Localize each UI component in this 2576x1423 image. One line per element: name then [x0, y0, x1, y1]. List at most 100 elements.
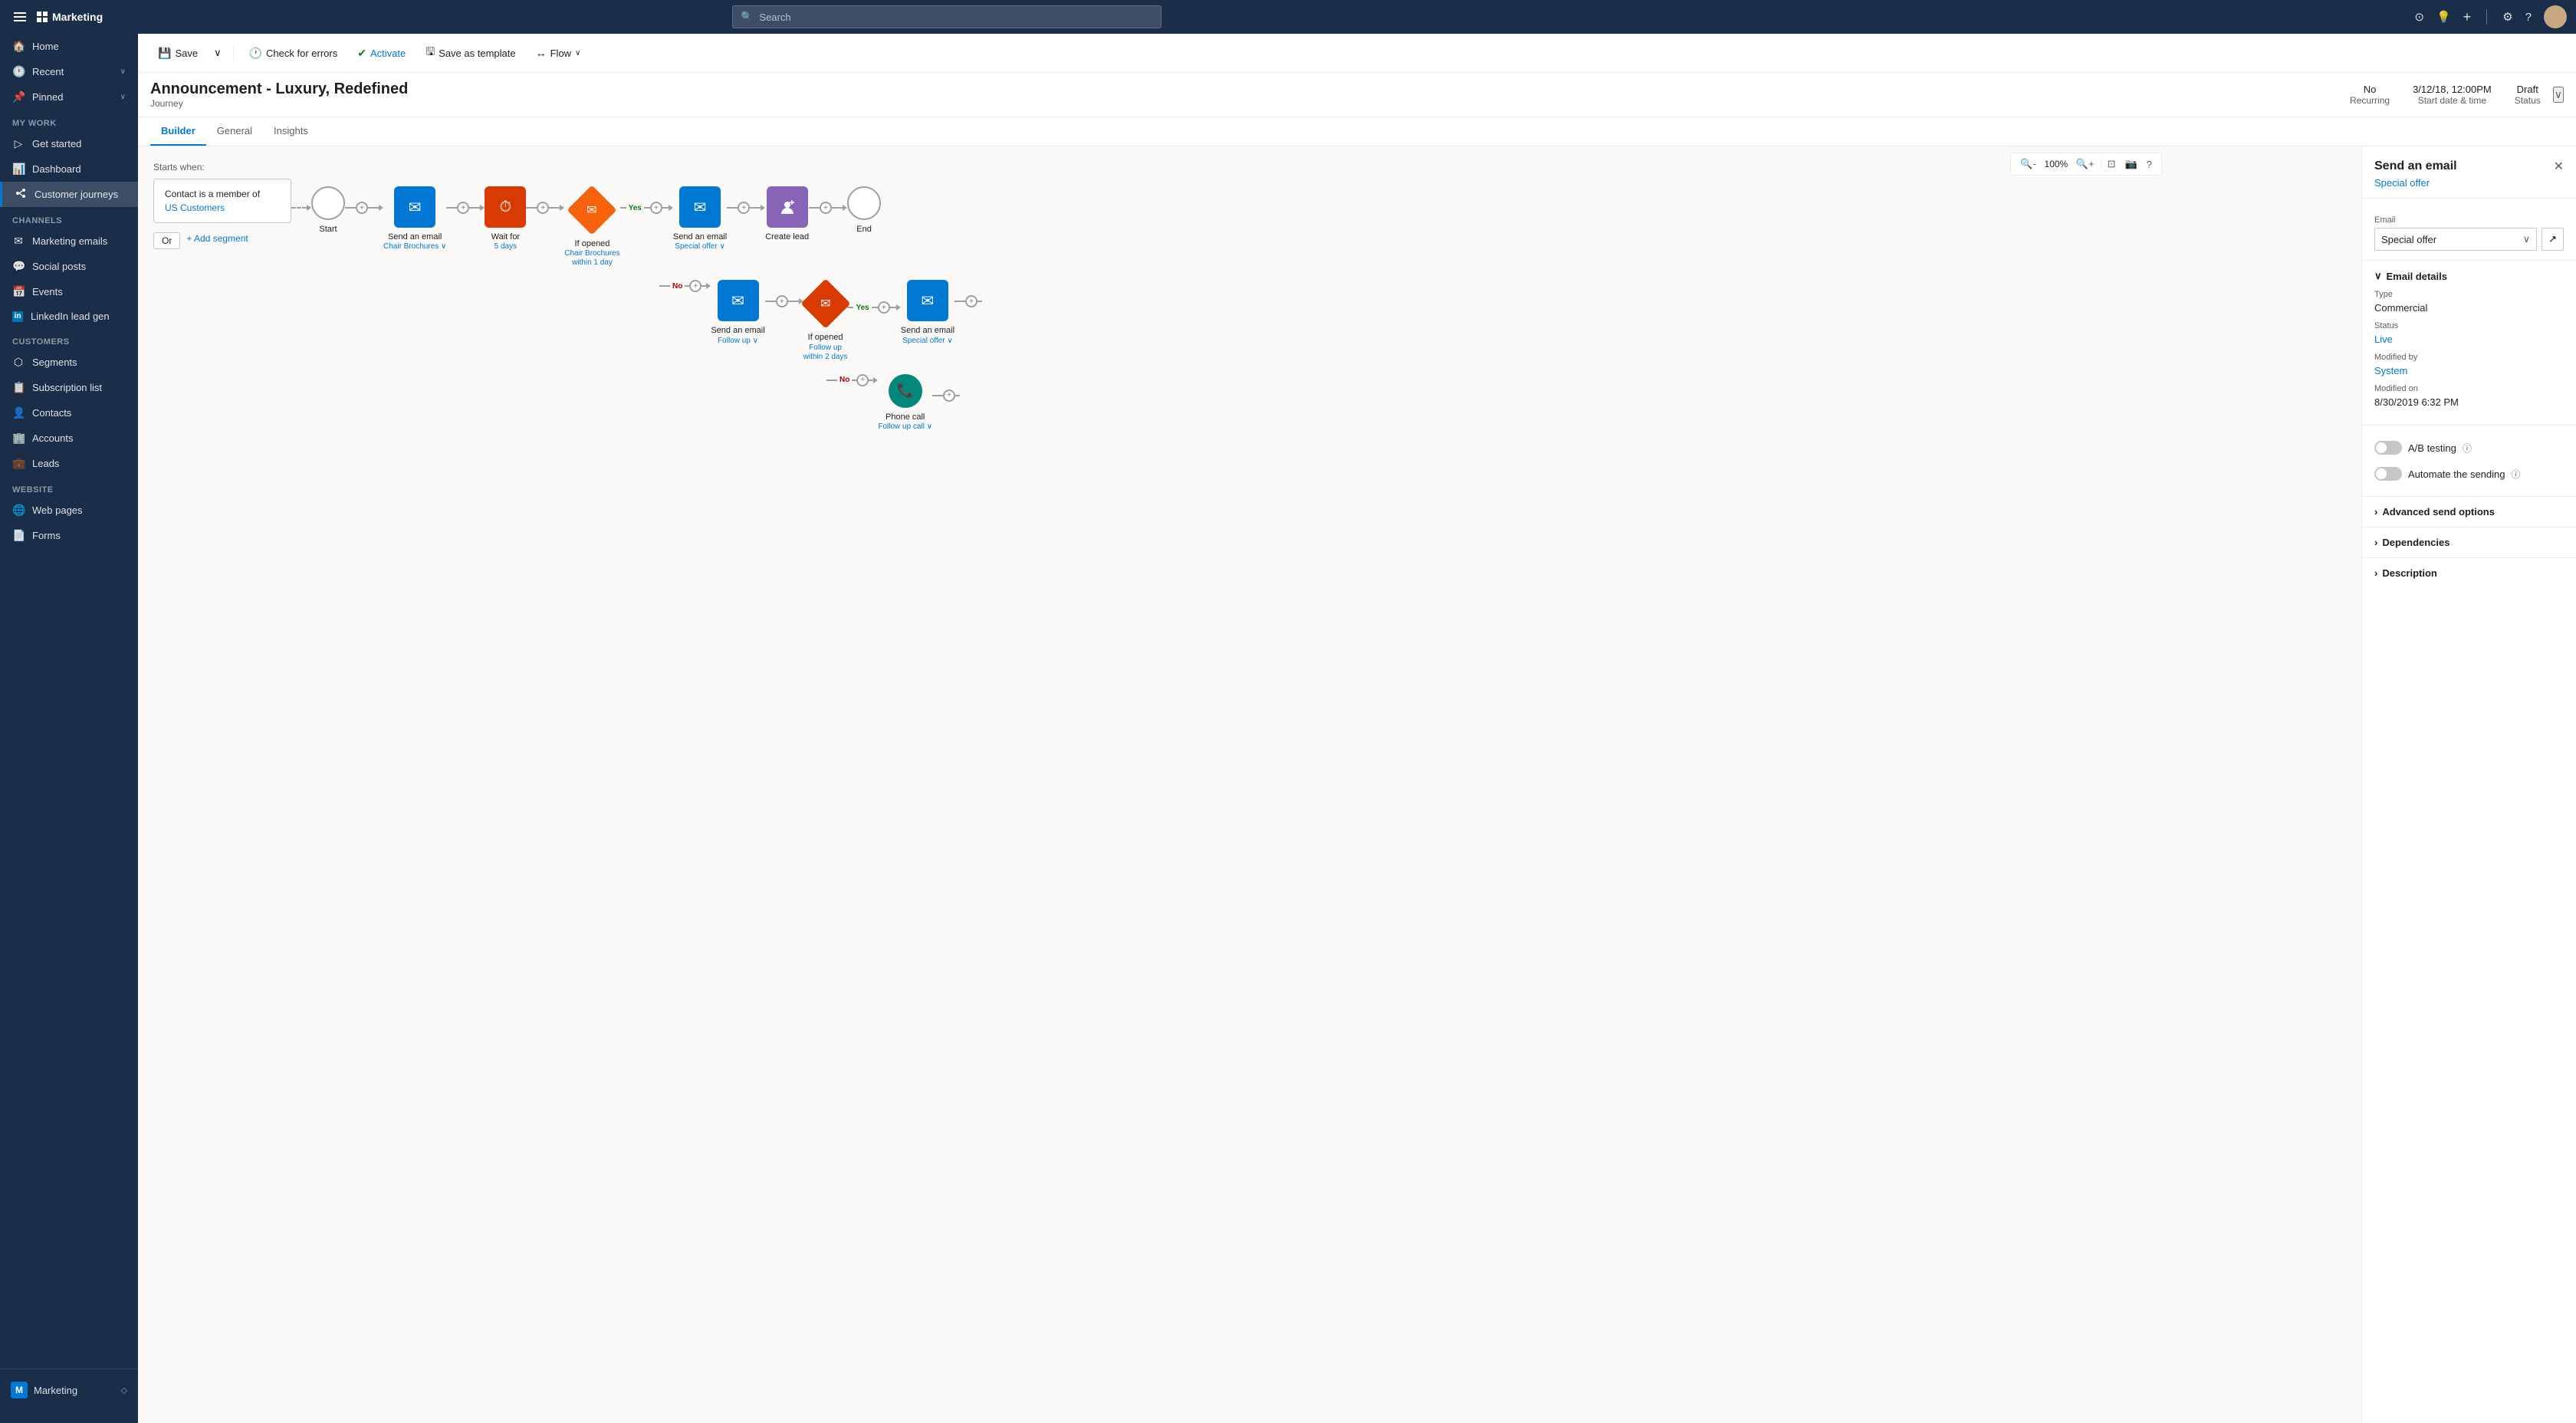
- lead-square[interactable]: [767, 186, 808, 228]
- save-template-button[interactable]: 🖫 Save as template: [418, 40, 523, 66]
- title-area: Announcement - Luxury, Redefined Journey: [150, 81, 2350, 109]
- segment-box[interactable]: Contact is a member of US Customers: [153, 179, 291, 223]
- or-button[interactable]: Or: [153, 232, 180, 249]
- add-node-no-1[interactable]: +: [689, 280, 702, 292]
- flow-button[interactable]: ↔ Flow ∨: [528, 43, 589, 63]
- help-icon[interactable]: ?: [2525, 11, 2532, 24]
- add-node-button-4[interactable]: +: [738, 202, 750, 214]
- canvas-area[interactable]: 🔍- 100% 🔍+ ⊡ 📷 ? Starts when:: [138, 146, 2361, 1423]
- save-icon: 💾: [158, 47, 171, 60]
- if-opened-node-2[interactable]: ✉ If opened Follow upwithin 2 days: [803, 286, 848, 361]
- panel-close-button[interactable]: ✕: [2554, 159, 2564, 174]
- add-node-button-3[interactable]: +: [537, 202, 549, 214]
- activate-button[interactable]: ✔ Activate: [350, 43, 413, 64]
- sidebar-item-recent[interactable]: 🕐 Recent ∨: [0, 59, 138, 84]
- sidebar-item-linkedin[interactable]: in LinkedIn lead gen: [0, 304, 138, 328]
- sidebar-item-web-pages[interactable]: 🌐 Web pages: [0, 498, 138, 523]
- search-bar[interactable]: 🔍: [732, 5, 1162, 28]
- tab-insights[interactable]: Insights: [263, 117, 319, 146]
- email-node-2[interactable]: ✉ Send an email Special offer ∨: [673, 186, 727, 251]
- sidebar-item-customer-journeys[interactable]: Customer journeys: [0, 182, 138, 207]
- add-node-no-2[interactable]: +: [856, 374, 869, 386]
- template-icon: 🖫: [426, 44, 435, 62]
- tab-builder[interactable]: Builder: [150, 117, 206, 146]
- if-opened-node-1[interactable]: ✉ If opened Chair Brochureswithin 1 day: [564, 192, 619, 268]
- sidebar-item-social-posts[interactable]: 💬 Social posts: [0, 254, 138, 279]
- email-details-toggle[interactable]: ∨ Email details: [2374, 270, 2564, 282]
- bottom-app-switcher[interactable]: M Marketing ◇: [11, 1377, 127, 1403]
- modified-on-value: 8/30/2019 6:32 PM: [2374, 396, 2564, 408]
- add-node-yes[interactable]: +: [650, 202, 662, 214]
- page-subtitle: Journey: [150, 98, 2350, 109]
- email-node-4[interactable]: ✉ Send an email Special offer ∨: [901, 280, 955, 345]
- tab-general[interactable]: General: [206, 117, 263, 146]
- sidebar-item-accounts[interactable]: 🏢 Accounts: [0, 426, 138, 451]
- sidebar-item-segments[interactable]: ⬡ Segments: [0, 350, 138, 375]
- check-errors-button[interactable]: 🕐 Check for errors: [242, 43, 346, 64]
- sidebar-item-pinned[interactable]: 📌 Pinned ∨: [0, 84, 138, 110]
- hamburger-menu[interactable]: [9, 9, 31, 25]
- save-dropdown-button[interactable]: ∨: [210, 43, 225, 63]
- add-segment-link[interactable]: + Add segment: [186, 233, 248, 244]
- email-node-1[interactable]: ✉ Send an email Chair Brochures ∨: [383, 186, 446, 251]
- zoom-in-button[interactable]: 🔍+: [2073, 156, 2098, 172]
- ideas-icon[interactable]: 💡: [2436, 10, 2451, 24]
- save-button[interactable]: 💾 Save: [150, 43, 205, 64]
- email-select[interactable]: Special offer ∨: [2374, 228, 2537, 251]
- screenshot-button[interactable]: 📷: [2122, 156, 2141, 172]
- recent-activity-icon[interactable]: ⊙: [2414, 10, 2424, 24]
- leads-icon: 💼: [12, 457, 25, 470]
- advanced-send-toggle[interactable]: › Advanced send options: [2374, 506, 2564, 518]
- add-icon[interactable]: +: [2463, 9, 2472, 25]
- sidebar-item-events[interactable]: 📅 Events: [0, 279, 138, 304]
- collapse-button[interactable]: ∨: [2553, 87, 2564, 103]
- email-node-3[interactable]: ✉ Send an email Follow up ∨: [711, 280, 764, 345]
- chevron-right-icon: ›: [2374, 537, 2377, 548]
- zoom-out-button[interactable]: 🔍-: [2017, 156, 2039, 172]
- phone-call-node[interactable]: 📞 Phone call Follow up call ∨: [878, 374, 932, 432]
- settings-icon[interactable]: ⚙: [2502, 10, 2512, 24]
- content-area: 💾 Save ∨ 🕐 Check for errors ✔ Activate 🖫…: [138, 34, 2576, 1423]
- edit-email-button[interactable]: ↗: [2542, 228, 2564, 251]
- add-node-end[interactable]: +: [820, 202, 832, 214]
- sidebar-item-leads[interactable]: 💼 Leads: [0, 451, 138, 476]
- no-branch-row-1: No + ✉ Send an email Follow up ∨: [659, 280, 2346, 361]
- sidebar-item-marketing-emails[interactable]: ✉ Marketing emails: [0, 228, 138, 254]
- dependencies-toggle[interactable]: › Dependencies: [2374, 537, 2564, 548]
- sidebar-item-dashboard[interactable]: 📊 Dashboard: [0, 156, 138, 182]
- ab-testing-info-icon[interactable]: ⓘ: [2463, 442, 2472, 455]
- sidebar-item-get-started[interactable]: ▷ Get started: [0, 131, 138, 156]
- email-square-3[interactable]: ✉: [718, 280, 759, 321]
- sidebar-item-forms[interactable]: 📄 Forms: [0, 523, 138, 548]
- search-input[interactable]: [759, 12, 1153, 23]
- email-field-label: Email: [2374, 215, 2564, 225]
- add-node-yes-2[interactable]: +: [878, 301, 890, 314]
- segment-text: Contact is a member of: [165, 189, 260, 199]
- sidebar-item-subscription-list[interactable]: 📋 Subscription list: [0, 375, 138, 400]
- if-diamond-1[interactable]: ✉: [567, 185, 617, 235]
- automate-toggle[interactable]: [2374, 467, 2402, 481]
- segment-link[interactable]: US Customers: [165, 202, 225, 213]
- add-node-button-6[interactable]: +: [965, 295, 978, 307]
- automate-info-icon[interactable]: ⓘ: [2511, 468, 2520, 481]
- wait-node[interactable]: ⏱ Wait for 5 days: [485, 186, 526, 251]
- start-circle[interactable]: [311, 186, 345, 220]
- wait-square[interactable]: ⏱: [485, 186, 526, 228]
- ab-testing-toggle[interactable]: [2374, 441, 2402, 455]
- add-node-button-1[interactable]: +: [356, 202, 368, 214]
- email-square-2[interactable]: ✉: [679, 186, 721, 228]
- sidebar-item-contacts[interactable]: 👤 Contacts: [0, 400, 138, 426]
- add-node-button-7[interactable]: +: [943, 389, 955, 402]
- description-toggle[interactable]: › Description: [2374, 567, 2564, 579]
- add-node-button-5[interactable]: +: [776, 295, 788, 307]
- sidebar-item-home[interactable]: 🏠 Home: [0, 34, 138, 59]
- email-square-1[interactable]: ✉: [394, 186, 435, 228]
- fit-screen-button[interactable]: ⊡: [2104, 156, 2119, 172]
- create-lead-node[interactable]: Create lead: [765, 186, 809, 242]
- help-canvas-button[interactable]: ?: [2144, 157, 2155, 172]
- phone-circle[interactable]: 📞: [889, 374, 922, 408]
- add-node-button-2[interactable]: +: [457, 202, 469, 214]
- user-avatar[interactable]: [2544, 5, 2567, 28]
- if-diamond-2[interactable]: ✉: [800, 279, 850, 329]
- email-square-4[interactable]: ✉: [907, 280, 948, 321]
